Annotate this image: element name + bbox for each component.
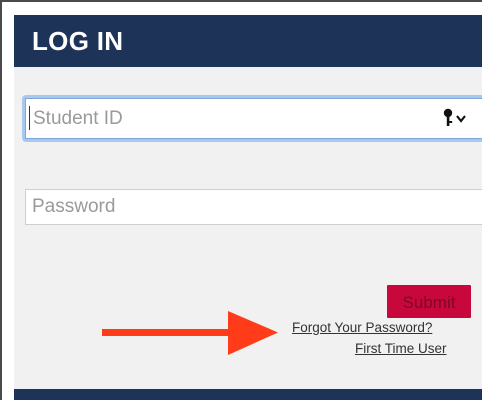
password-input[interactable]: Password: [25, 189, 482, 225]
submit-button[interactable]: Submit: [387, 285, 471, 318]
forgot-password-link[interactable]: Forgot Your Password?: [292, 320, 432, 335]
page-title: LOG IN: [32, 26, 124, 56]
first-time-user-link[interactable]: First Time User: [355, 341, 447, 356]
red-arrow-icon: [102, 311, 278, 355]
student-id-input[interactable]: Student ID: [25, 98, 482, 139]
footer-bar: [14, 389, 482, 400]
key-dropdown-icon[interactable]: [440, 107, 474, 129]
text-caret: [29, 106, 30, 130]
password-placeholder: Password: [32, 196, 116, 217]
login-header: LOG IN: [14, 15, 482, 67]
student-id-placeholder: Student ID: [33, 108, 123, 129]
student-id-field-wrapper: Student ID: [22, 95, 482, 142]
